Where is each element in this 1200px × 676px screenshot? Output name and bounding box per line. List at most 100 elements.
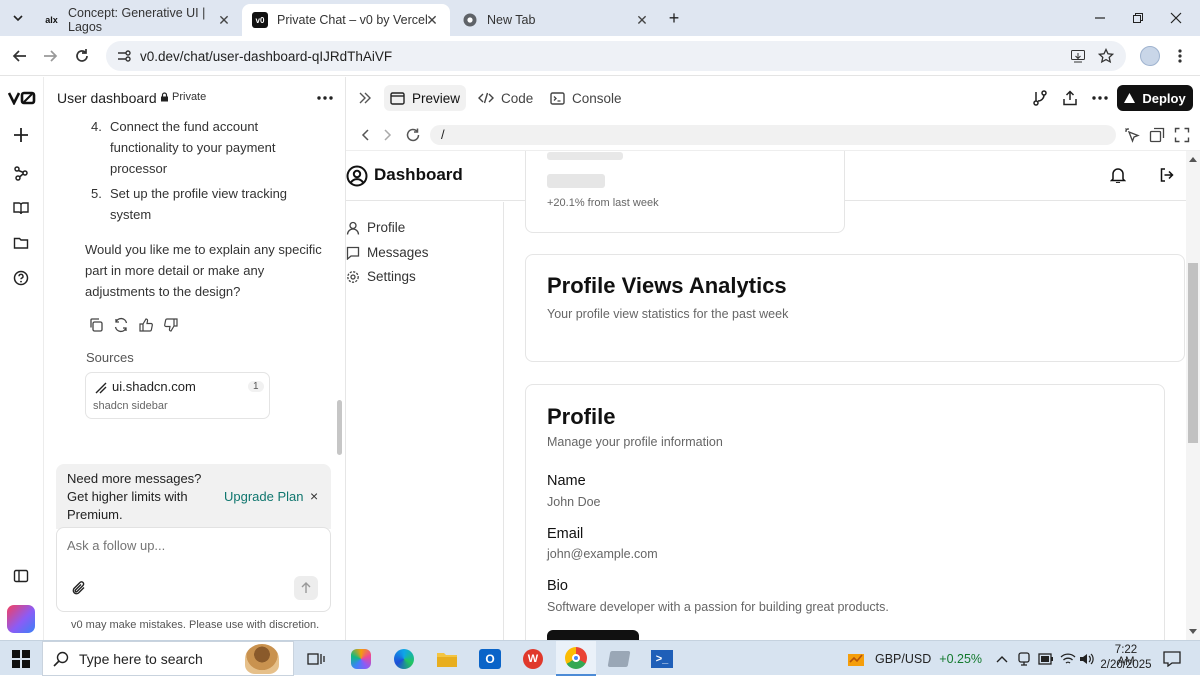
taskbar-app-generic[interactable] [606, 646, 632, 672]
volume-icon[interactable] [1079, 652, 1095, 666]
bell-icon[interactable] [1110, 167, 1126, 183]
chat-scrollbar-thumb[interactable] [337, 400, 342, 455]
chat-title[interactable]: User dashboard [57, 90, 157, 106]
profile-avatar-button[interactable] [1138, 44, 1162, 68]
site-info-icon[interactable] [116, 48, 132, 64]
clock-date[interactable]: 2/20/2025 [1100, 659, 1152, 671]
tab-label: Code [501, 90, 534, 106]
vercel-triangle-icon [1124, 93, 1136, 103]
open-new-window-icon[interactable] [1149, 127, 1165, 143]
reload-button[interactable] [70, 44, 94, 68]
question-line: part in more detail or make any [85, 263, 265, 278]
browser-menu-button[interactable] [1168, 44, 1192, 68]
tab-code[interactable]: Code [472, 85, 539, 111]
scroll-up-icon[interactable] [1189, 156, 1197, 162]
projects-button[interactable] [10, 162, 32, 184]
expand-panel-icon[interactable] [358, 92, 372, 104]
notification-center-icon[interactable] [1163, 651, 1181, 667]
browser-tab-v0[interactable]: v0 Private Chat – v0 by Vercel ✕ [242, 4, 450, 36]
fullscreen-icon[interactable] [1174, 127, 1190, 143]
chevron-up-icon[interactable] [996, 655, 1008, 663]
back-button[interactable] [8, 44, 32, 68]
preview-scrollbar-thumb[interactable] [1188, 263, 1198, 443]
new-tab-button[interactable]: + [662, 6, 686, 30]
more-options-icon[interactable] [1092, 96, 1108, 100]
app-sidebar: Profile Messages Settings [346, 202, 504, 640]
taskbar-chrome-active[interactable] [556, 641, 596, 676]
user-avatar[interactable] [7, 605, 35, 633]
scroll-down-icon[interactable] [1189, 629, 1197, 635]
send-button[interactable] [294, 576, 318, 600]
taskbar-search-box[interactable]: Type here to search [42, 641, 294, 676]
paperclip-icon[interactable] [71, 580, 87, 596]
browser-tab-alx[interactable]: alx Concept: Generative UI | Lagos ✕ [34, 4, 242, 36]
copy-icon[interactable] [88, 317, 104, 333]
upgrade-plan-link[interactable]: Upgrade Plan [224, 489, 304, 504]
source-subtitle: shadcn sidebar [93, 400, 168, 412]
sidebar-item-profile[interactable]: Profile [346, 220, 405, 235]
restore-button[interactable] [1126, 6, 1150, 30]
git-branch-icon[interactable] [1032, 90, 1048, 106]
taskbar-copilot[interactable] [348, 646, 374, 672]
files-button[interactable] [10, 232, 32, 254]
tab-preview[interactable]: Preview [384, 85, 467, 111]
close-tab-icon[interactable]: ✕ [634, 12, 650, 28]
kebab-menu-icon [1178, 49, 1182, 63]
taskbar-powershell[interactable]: >_ [649, 646, 675, 672]
source-title: ui.shadcn.com [112, 379, 196, 394]
preview-path-input[interactable]: / [430, 125, 1116, 145]
minimize-button[interactable] [1088, 6, 1112, 30]
taskbar-wps[interactable]: W [520, 646, 546, 672]
ticker-label: GBP/USD [875, 651, 932, 666]
taskbar-edge[interactable] [391, 646, 417, 672]
tab-search-button[interactable] [6, 6, 30, 30]
logout-icon[interactable] [1159, 167, 1175, 183]
source-card[interactable]: ui.shadcn.com 1 shadcn sidebar [85, 372, 270, 419]
follow-up-input[interactable] [67, 538, 317, 553]
close-tab-icon[interactable]: ✕ [424, 12, 440, 28]
sidebar-item-settings[interactable]: Settings [346, 269, 416, 284]
install-app-icon[interactable] [1070, 48, 1086, 64]
library-button[interactable] [10, 197, 32, 219]
thumbs-down-icon[interactable] [163, 317, 179, 333]
deploy-button[interactable]: Deploy [1117, 85, 1193, 111]
tab-title: Private Chat – v0 by Vercel [277, 13, 428, 27]
battery-icon[interactable] [1038, 653, 1054, 665]
thumbs-up-icon[interactable] [138, 317, 154, 333]
arrow-up-icon [301, 582, 311, 593]
browser-tab-newtab[interactable]: New Tab ✕ [452, 4, 660, 36]
privacy-badge[interactable]: Private [154, 90, 212, 104]
refresh-icon[interactable] [406, 128, 420, 142]
bookmark-star-icon[interactable] [1098, 48, 1114, 64]
toggle-sidebar-button[interactable] [10, 565, 32, 587]
select-element-icon[interactable] [1124, 127, 1140, 143]
address-bar[interactable]: v0.dev/chat/user-dashboard-qIJRdThAiVF [106, 41, 1126, 71]
close-window-button[interactable] [1164, 6, 1188, 30]
chat-options-icon[interactable] [317, 96, 333, 100]
close-tab-icon[interactable]: ✕ [216, 12, 232, 28]
v0-logo[interactable] [7, 87, 37, 109]
task-view-button[interactable] [303, 646, 329, 672]
upgrade-text-line: Premium. [67, 507, 123, 522]
dismiss-banner-button[interactable]: × [310, 488, 318, 504]
edit-profile-button[interactable] [547, 630, 639, 640]
plus-icon [14, 128, 28, 142]
chevron-right-icon[interactable] [383, 129, 393, 141]
tab-console[interactable]: Console [544, 85, 628, 111]
chat-header: User dashboard Private [44, 77, 346, 119]
help-button[interactable] [10, 267, 32, 289]
wifi-icon[interactable] [1060, 652, 1076, 666]
preview-scrollbar[interactable] [1186, 151, 1200, 640]
sidebar-item-messages[interactable]: Messages [346, 245, 429, 260]
tab-title: New Tab [487, 13, 536, 27]
ticker-widget[interactable]: GBP/USD +0.25% [846, 641, 982, 676]
taskbar-outlook[interactable]: O [477, 646, 503, 672]
new-chat-button[interactable] [10, 124, 32, 146]
chevron-left-icon[interactable] [360, 129, 370, 141]
meet-now-icon[interactable] [1017, 652, 1031, 666]
share-icon[interactable] [1062, 90, 1078, 106]
forward-button[interactable] [38, 44, 62, 68]
start-button[interactable] [8, 646, 34, 672]
taskbar-file-explorer[interactable] [434, 646, 460, 672]
regenerate-icon[interactable] [113, 317, 129, 333]
